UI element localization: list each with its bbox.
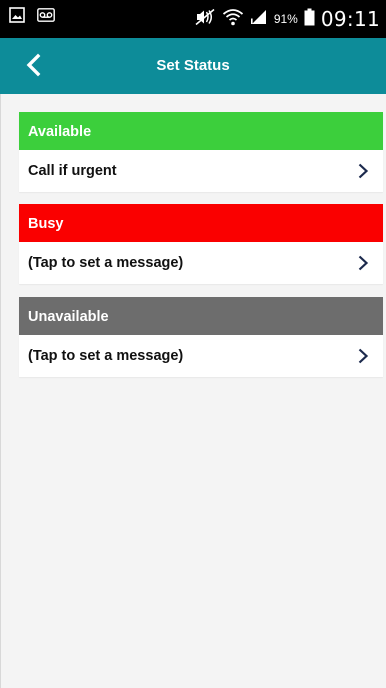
status-label-busy: Busy xyxy=(19,204,383,242)
status-message-row[interactable]: (Tap to set a message) xyxy=(19,242,383,284)
back-button[interactable] xyxy=(18,50,48,80)
system-status-bar: 91% 09:11 xyxy=(0,0,386,38)
battery-percentage: 91% xyxy=(273,12,298,26)
chevron-left-icon xyxy=(26,53,41,77)
notification-icons xyxy=(9,7,55,28)
status-message-row[interactable]: Call if urgent xyxy=(19,150,383,192)
app-bar: Set Status xyxy=(0,38,386,94)
clock: 09:11 xyxy=(320,7,380,31)
status-option-busy[interactable]: Busy (Tap to set a message) xyxy=(19,204,383,284)
chevron-right-icon xyxy=(358,163,369,179)
status-message: (Tap to set a message) xyxy=(28,255,184,271)
system-icons: 91% 09:11 xyxy=(194,0,380,38)
page-title: Set Status xyxy=(156,57,230,74)
status-message: (Tap to set a message) xyxy=(28,348,184,364)
mute-icon xyxy=(194,8,216,31)
status-message-row[interactable]: (Tap to set a message) xyxy=(19,335,383,377)
status-message: Call if urgent xyxy=(28,163,117,179)
signal-icon xyxy=(250,8,268,31)
chevron-right-icon xyxy=(358,255,369,271)
wifi-icon xyxy=(222,8,244,31)
voicemail-icon xyxy=(37,8,55,27)
status-option-unavailable[interactable]: Unavailable (Tap to set a message) xyxy=(19,297,383,377)
status-label-available: Available xyxy=(19,112,383,150)
status-option-available[interactable]: Available Call if urgent xyxy=(19,112,383,192)
status-label-unavailable: Unavailable xyxy=(19,297,383,335)
chevron-right-icon xyxy=(358,348,369,364)
status-list: Available Call if urgent Busy (Tap to se… xyxy=(0,94,386,688)
battery-icon xyxy=(304,8,315,31)
image-icon xyxy=(9,7,25,28)
